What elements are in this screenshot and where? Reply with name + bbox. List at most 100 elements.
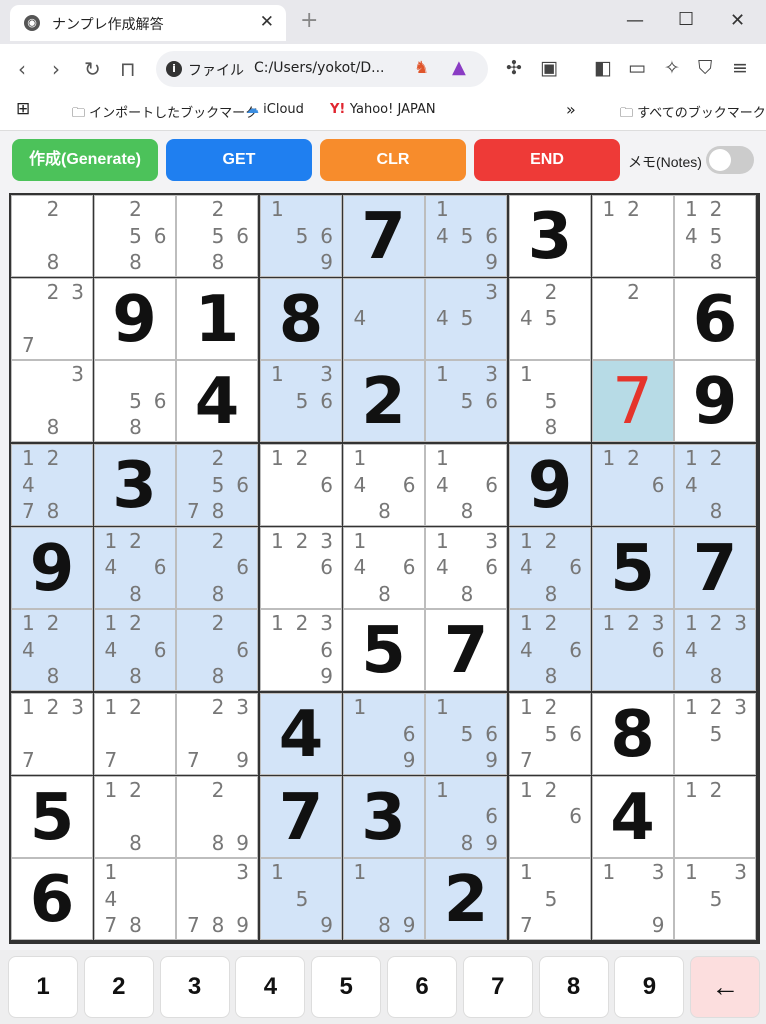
sudoku-cell-r9c8[interactable]: 1 3 9	[591, 858, 674, 940]
sudoku-cell-r8c2[interactable]: 12 8	[93, 775, 176, 858]
minimize-icon[interactable]: —	[626, 10, 644, 31]
number-key-3[interactable]: 3	[159, 956, 230, 1018]
sudoku-cell-r2c5[interactable]: 4	[342, 277, 425, 360]
sudoku-cell-r1c9[interactable]: 12458	[674, 195, 756, 277]
sudoku-cell-r2c9[interactable]: 6	[674, 277, 756, 360]
bookmark-item-yahoo[interactable]: Y! Yahoo! JAPAN	[330, 102, 436, 117]
all-bookmarks-item[interactable]: 🗀 すべてのブックマーク	[620, 102, 766, 126]
sudoku-cell-r1c4[interactable]: 1569	[260, 195, 342, 277]
number-key-4[interactable]: 4	[235, 956, 306, 1018]
sudoku-cell-r4c5[interactable]: 14 68	[342, 444, 425, 526]
sudoku-cell-r8c8[interactable]: 4	[591, 775, 674, 858]
forward-icon[interactable]: ›	[52, 57, 60, 81]
sudoku-cell-r2c4[interactable]: 8	[260, 277, 342, 360]
brave-shield-icon[interactable]: ♞	[414, 58, 429, 78]
sudoku-cell-r9c7[interactable]: 157	[509, 858, 591, 940]
sudoku-cell-r3c6[interactable]: 1 356	[425, 360, 507, 442]
sudoku-cell-r3c4[interactable]: 1 356	[260, 360, 342, 442]
sudoku-cell-r4c9[interactable]: 1248	[674, 444, 756, 526]
menu-icon[interactable]: ≡	[732, 57, 748, 79]
sidebar-icon[interactable]: ◧	[594, 57, 612, 79]
notes-toggle[interactable]	[706, 146, 754, 174]
sudoku-cell-r4c7[interactable]: 9	[509, 444, 591, 526]
sudoku-cell-r1c5[interactable]: 7	[342, 195, 425, 277]
extensions-icon[interactable]: ✣	[506, 57, 522, 79]
sudoku-cell-r7c9[interactable]: 1235	[674, 693, 756, 775]
sudoku-cell-r7c7[interactable]: 1256 7	[509, 693, 591, 775]
sudoku-cell-r5c7[interactable]: 124 68	[509, 526, 591, 609]
sudoku-cell-r7c6[interactable]: 1569	[425, 693, 507, 775]
bookmark-item-icloud[interactable]: ☁ iCloud	[246, 102, 304, 117]
number-key-8[interactable]: 8	[538, 956, 609, 1018]
sudoku-cell-r8c9[interactable]: 12	[674, 775, 756, 858]
browser-tab[interactable]: ◉ ナンプレ作成解答 ✕	[10, 5, 286, 41]
sudoku-cell-r1c7[interactable]: 3	[509, 195, 591, 277]
sudoku-cell-r1c3[interactable]: 2568	[176, 195, 258, 277]
number-key-1[interactable]: 1	[8, 956, 78, 1018]
address-text[interactable]: C:/Users/yokot/D...	[254, 60, 385, 76]
vpn-icon[interactable]: ⛉	[698, 57, 712, 79]
sudoku-cell-r4c8[interactable]: 126	[591, 444, 674, 526]
sudoku-cell-r8c6[interactable]: 1689	[425, 775, 507, 858]
bookmarks-overflow-icon[interactable]: »	[566, 100, 576, 119]
sudoku-cell-r6c9[interactable]: 123 48	[674, 609, 756, 691]
bookmark-icon[interactable]: ⊓	[120, 57, 136, 81]
sudoku-cell-r1c6[interactable]: 14569	[425, 195, 507, 277]
sudoku-cell-r4c1[interactable]: 12478	[11, 444, 93, 526]
sudoku-cell-r9c5[interactable]: 1 89	[342, 858, 425, 940]
sudoku-cell-r3c5[interactable]: 2	[342, 360, 425, 442]
sudoku-cell-r1c8[interactable]: 12	[591, 195, 674, 277]
sudoku-cell-r9c9[interactable]: 1 35	[674, 858, 756, 940]
sudoku-cell-r7c2[interactable]: 12 7	[93, 693, 176, 775]
sudoku-cell-r5c4[interactable]: 1236	[260, 526, 342, 609]
sudoku-cell-r2c8[interactable]: 2	[591, 277, 674, 360]
sudoku-cell-r6c1[interactable]: 1248	[11, 609, 93, 691]
sudoku-cell-r5c1[interactable]: 9	[11, 526, 93, 609]
sudoku-cell-r2c1[interactable]: 23 7	[11, 277, 93, 360]
maximize-icon[interactable]: ☐	[678, 9, 694, 30]
sudoku-cell-r3c9[interactable]: 9	[674, 360, 756, 442]
info-icon[interactable]: i	[166, 61, 182, 77]
sudoku-cell-r6c4[interactable]: 12369	[260, 609, 342, 691]
sudoku-cell-r6c3[interactable]: 268	[176, 609, 258, 691]
sudoku-cell-r2c3[interactable]: 1	[176, 277, 258, 360]
address-bar[interactable]: i ファイル C:/Users/yokot/D... ♞ ▲	[156, 51, 488, 87]
wallet-icon[interactable]: ▭	[628, 57, 646, 79]
get-button[interactable]: GET	[166, 139, 312, 181]
tab-close-icon[interactable]: ✕	[260, 12, 274, 32]
leo-ai-icon[interactable]: ✧	[664, 57, 680, 79]
sudoku-cell-r3c1[interactable]: 38	[11, 360, 93, 442]
bookmark-item-imported[interactable]: 🗀 インポートしたブックマーク	[72, 102, 258, 126]
rewards-icon[interactable]: ▲	[452, 57, 466, 78]
sudoku-cell-r4c4[interactable]: 126	[260, 444, 342, 526]
apps-icon[interactable]: ⊞	[16, 99, 30, 119]
sudoku-cell-r1c2[interactable]: 2568	[93, 195, 176, 277]
sudoku-cell-r6c6[interactable]: 7	[425, 609, 507, 691]
sudoku-cell-r7c5[interactable]: 1 69	[342, 693, 425, 775]
sudoku-cell-r8c1[interactable]: 5	[11, 775, 93, 858]
sudoku-cell-r3c7[interactable]: 158	[509, 360, 591, 442]
sudoku-cell-r6c8[interactable]: 1236	[591, 609, 674, 691]
screenshot-icon[interactable]: ▣	[540, 57, 558, 79]
sudoku-cell-r8c7[interactable]: 126	[509, 775, 591, 858]
sudoku-cell-r5c2[interactable]: 124 68	[93, 526, 176, 609]
end-button[interactable]: END	[474, 139, 620, 181]
back-icon[interactable]: ‹	[18, 57, 26, 81]
generate-button[interactable]: 作成(Generate)	[12, 139, 158, 181]
sudoku-cell-r2c2[interactable]: 9	[93, 277, 176, 360]
sudoku-cell-r3c8[interactable]: 7	[591, 360, 674, 442]
sudoku-cell-r9c4[interactable]: 159	[260, 858, 342, 940]
sudoku-cell-r7c8[interactable]: 8	[591, 693, 674, 775]
sudoku-cell-r9c1[interactable]: 6	[11, 858, 93, 940]
sudoku-cell-r9c2[interactable]: 1478	[93, 858, 176, 940]
sudoku-cell-r8c3[interactable]: 2 89	[176, 775, 258, 858]
sudoku-cell-r4c2[interactable]: 3	[93, 444, 176, 526]
sudoku-cell-r5c8[interactable]: 5	[591, 526, 674, 609]
sudoku-cell-r8c4[interactable]: 7	[260, 775, 342, 858]
sudoku-cell-r6c5[interactable]: 5	[342, 609, 425, 691]
sudoku-cell-r3c3[interactable]: 4	[176, 360, 258, 442]
window-close-icon[interactable]: ✕	[730, 10, 745, 31]
sudoku-cell-r2c6[interactable]: 3 45	[425, 277, 507, 360]
sudoku-cell-r4c3[interactable]: 256 78	[176, 444, 258, 526]
sudoku-cell-r8c5[interactable]: 3	[342, 775, 425, 858]
